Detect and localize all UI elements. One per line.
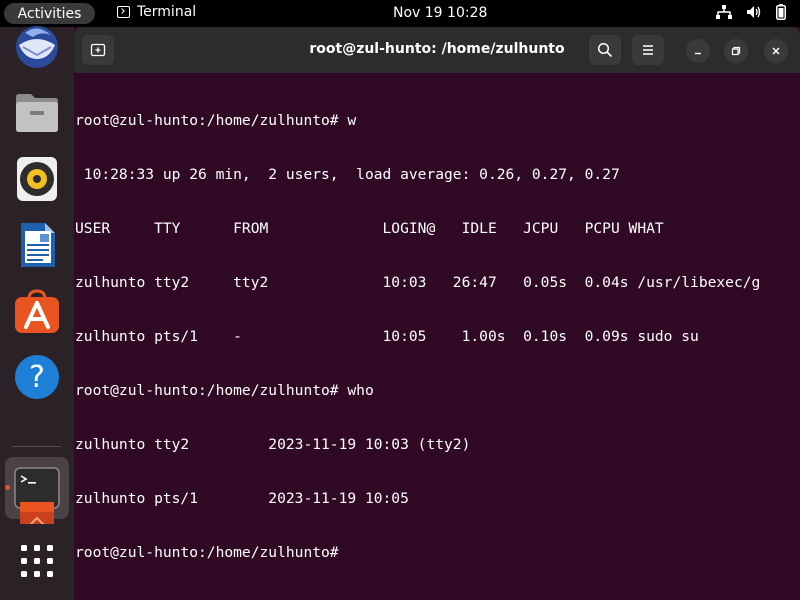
dock: ? [0,26,74,600]
menu-button[interactable] [632,35,664,65]
minimize-icon [695,52,701,55]
terminal-line: 10:28:33 up 26 min, 2 users, load averag… [75,166,620,183]
rhythmbox-icon[interactable] [13,155,61,203]
search-button[interactable] [589,35,621,65]
header-bar: root@zul-hunto: /home/zulhunto [74,27,800,73]
minimize-button[interactable] [686,39,710,63]
terminal-output[interactable]: root@zul-hunto:/home/zulhunto# w 10:28:3… [74,73,800,600]
top-bar: Activities Terminal Nov 19 10:28 [0,0,800,27]
restore-icon [731,46,741,56]
running-indicator [5,485,10,490]
writer-icon[interactable] [13,221,61,269]
close-button[interactable] [764,39,788,63]
help-icon[interactable]: ? [13,353,61,401]
app-center-icon[interactable] [13,287,61,335]
battery-icon[interactable] [776,4,786,20]
terminal-line: zulhunto tty2 tty2 10:03 26:47 0.05s 0.0… [75,274,761,291]
terminal-icon [117,6,130,18]
volume-icon[interactable] [746,5,762,19]
system-tray[interactable] [716,4,786,20]
thunderbird-icon[interactable] [13,23,61,71]
maximize-button[interactable] [724,39,748,63]
clock[interactable]: Nov 19 10:28 [393,5,487,21]
activities-button[interactable]: Activities [4,3,95,24]
files-icon[interactable] [13,89,61,137]
terminal-line: root@zul-hunto:/home/zulhunto# who [75,382,374,399]
hamburger-icon [643,45,653,55]
dock-separator [12,446,61,447]
close-icon [772,47,780,55]
terminal-line: zulhunto pts/1 2023-11-19 10:05 [75,490,409,507]
rhythmbox-partial-icon[interactable] [13,502,61,524]
show-apps-icon[interactable] [13,537,61,585]
app-menu[interactable]: Terminal [117,4,196,20]
terminal-window: root@zul-hunto: /home/zulhunto root@zul-… [74,27,800,600]
svg-text:?: ? [29,360,45,395]
terminal-line: zulhunto pts/1 - 10:05 1.00s 0.10s 0.09s… [75,328,699,345]
app-menu-label: Terminal [137,4,197,20]
terminal-prompt[interactable]: root@zul-hunto:/home/zulhunto# [75,544,800,562]
terminal-line: root@zul-hunto:/home/zulhunto# w [75,112,357,129]
network-icon[interactable] [716,5,732,19]
search-icon [597,42,613,58]
terminal-line: zulhunto tty2 2023-11-19 10:03 (tty2) [75,436,471,453]
terminal-line: USER TTY FROM LOGIN@ IDLE JCPU PCPU WHAT [75,220,664,237]
